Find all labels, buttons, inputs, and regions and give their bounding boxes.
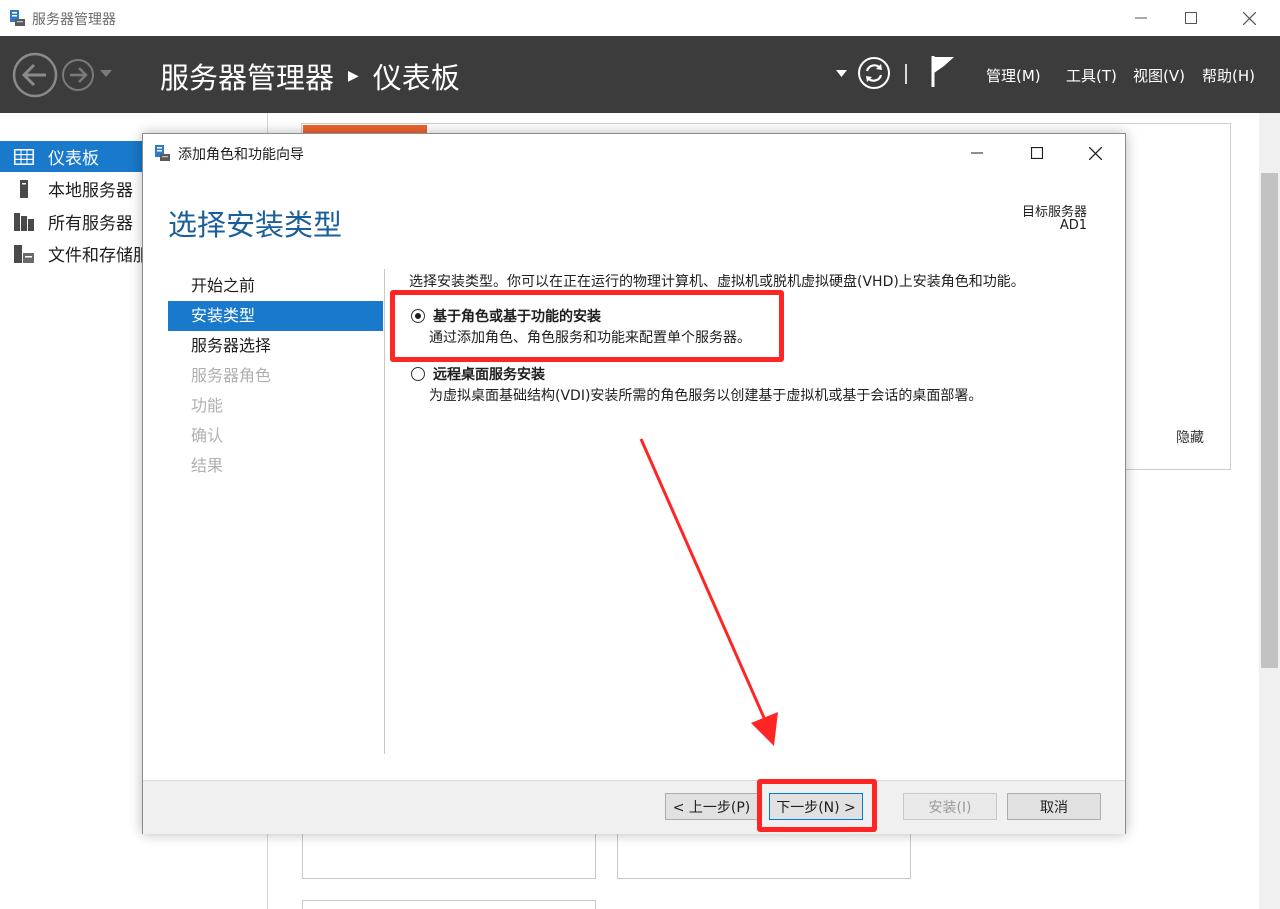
step-confirmation: 确认: [191, 426, 224, 445]
maximize-icon: [1185, 12, 1197, 24]
breadcrumb: 服务器管理器 ▶ 仪表板: [160, 55, 460, 97]
steps-divider: [384, 269, 385, 754]
menu-tools[interactable]: 工具(T): [1066, 65, 1117, 86]
breadcrumb-current: 仪表板: [372, 61, 460, 95]
step-before-you-begin[interactable]: 开始之前: [168, 271, 383, 301]
back-arrow-icon[interactable]: [12, 52, 58, 98]
wizard-icon: [155, 145, 170, 161]
dashboard-tile: [302, 834, 596, 879]
scrollbar-thumb[interactable]: [1261, 173, 1278, 668]
cancel-button[interactable]: 取消: [1007, 793, 1101, 820]
menu-manage[interactable]: 管理(M): [986, 65, 1041, 86]
forward-arrow-icon[interactable]: [61, 58, 95, 92]
radio-remote-desktop[interactable]: [411, 367, 425, 381]
sidebar-item-label: 本地服务器: [48, 181, 133, 201]
step-server-selection[interactable]: 服务器选择: [168, 331, 383, 361]
file-storage-icon: [0, 244, 48, 263]
refresh-icon[interactable]: [857, 56, 891, 90]
notification-flag-icon[interactable]: [930, 54, 956, 88]
dialog-maximize-button[interactable]: [1009, 134, 1065, 172]
close-icon: [1242, 11, 1256, 25]
menu-view[interactable]: 视图(V): [1133, 65, 1185, 86]
notifications-dropdown-icon[interactable]: [836, 70, 847, 78]
menu-help[interactable]: 帮助(H): [1202, 65, 1255, 86]
dashboard-tile: [617, 834, 911, 879]
window-titlebar: 服务器管理器: [0, 0, 1280, 36]
maximize-icon: [1031, 147, 1043, 159]
dialog-close-button[interactable]: [1067, 134, 1123, 172]
hide-link[interactable]: 隐藏: [1176, 427, 1204, 447]
option-description: 为虚拟桌面基础结构(VDI)安装所需的角色服务以创建基于虚拟机或基于会话的桌面部…: [429, 388, 983, 404]
highlight-box-next-button: [757, 779, 877, 832]
close-window-button[interactable]: [1218, 0, 1280, 36]
option-label: 远程桌面服务安装: [433, 367, 545, 383]
header-divider: [905, 64, 907, 84]
intro-text: 选择安装类型。你可以在正在运行的物理计算机、虚拟机或脱机虚拟硬盘(VHD)上安装…: [409, 274, 1025, 290]
previous-button[interactable]: < 上一步(P): [665, 793, 758, 820]
sidebar-item-label: 文件和存储服: [48, 246, 150, 266]
dialog-minimize-button[interactable]: [949, 134, 1005, 172]
all-servers-icon: [0, 212, 48, 231]
highlight-box-option: [390, 290, 784, 362]
step-installation-type[interactable]: 安装类型: [168, 301, 383, 331]
target-server-value: AD1: [1059, 218, 1087, 233]
wizard-steps: 开始之前 安装类型 服务器选择 服务器角色 功能 确认 结果: [168, 271, 383, 481]
minimize-icon: [971, 152, 983, 154]
install-button: 安装(I): [903, 793, 997, 820]
breadcrumb-root[interactable]: 服务器管理器: [160, 55, 334, 97]
maximize-button[interactable]: [1160, 0, 1222, 36]
dashboard-tile: [302, 900, 596, 909]
local-server-icon: [0, 179, 48, 198]
dialog-title: 添加角色和功能向导: [178, 147, 304, 163]
close-icon: [1088, 146, 1102, 160]
step-features: 功能: [191, 396, 224, 415]
server-manager-header: 服务器管理器 ▶ 仪表板 管理(M) 工具(T) 视图(V) 帮助(H): [0, 36, 1280, 113]
server-manager-icon: [10, 10, 25, 26]
minimize-icon: [1135, 17, 1147, 19]
history-dropdown-icon[interactable]: [100, 70, 112, 78]
dashboard-icon: [0, 148, 48, 165]
add-roles-wizard-dialog: 添加角色和功能向导 选择安装类型 目标服务器 AD1 开始之前 安装类型 服务器…: [142, 133, 1126, 834]
sidebar-item-label: 仪表板: [48, 149, 99, 169]
breadcrumb-separator-icon: ▶: [348, 68, 359, 84]
step-server-roles: 服务器角色: [191, 366, 272, 385]
page-heading: 选择安装类型: [168, 208, 343, 242]
quick-start-tab[interactable]: [303, 125, 427, 133]
step-results: 结果: [191, 456, 224, 475]
window-title: 服务器管理器: [32, 12, 116, 28]
sidebar-item-label: 所有服务器: [48, 214, 133, 234]
